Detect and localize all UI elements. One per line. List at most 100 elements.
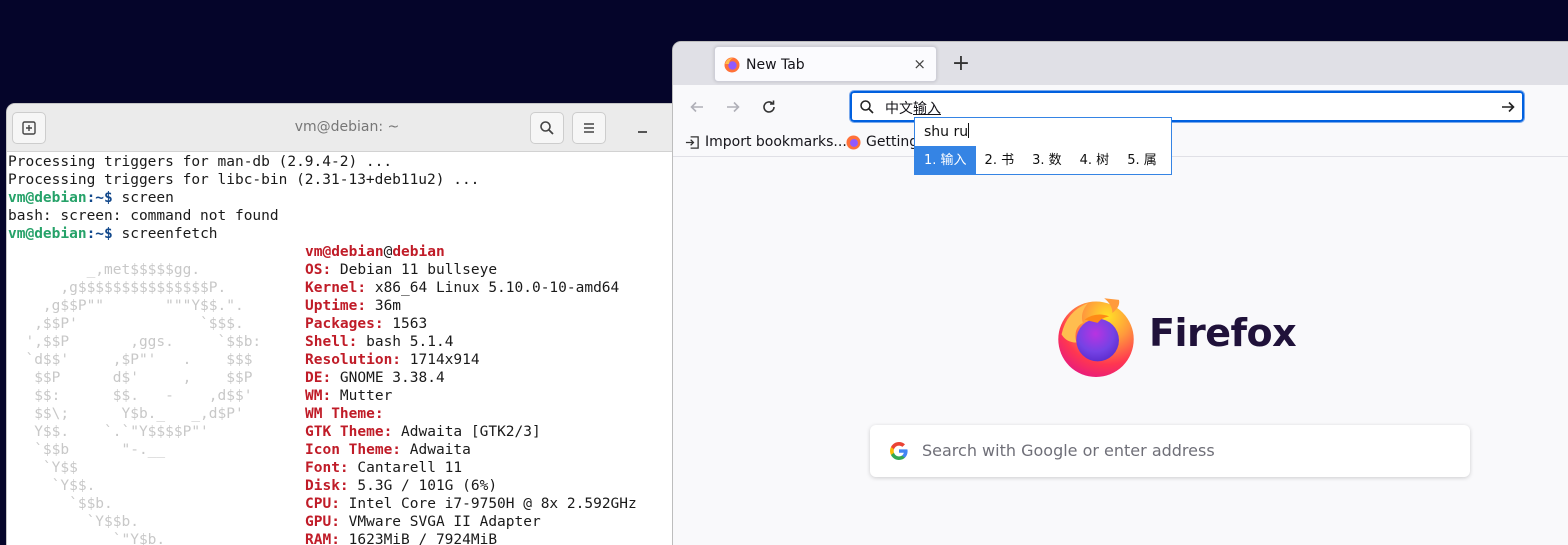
back-arrow-icon xyxy=(690,101,703,113)
info-line: Icon Theme: Adwaita xyxy=(305,441,471,459)
search-icon xyxy=(860,100,874,114)
info-value: GNOME 3.38.4 xyxy=(331,370,445,386)
info-line: GTK Theme: Adwaita [GTK2/3] xyxy=(305,423,541,441)
go-arrow-icon[interactable] xyxy=(1500,99,1516,115)
firefox-tab-icon xyxy=(724,57,740,73)
info-line: WM: Mutter xyxy=(305,387,392,405)
info-line: Kernel: x86_64 Linux 5.10.0-10-amd64 xyxy=(305,279,619,297)
bookmark-label: Getting xyxy=(866,134,919,150)
minimize-button[interactable] xyxy=(630,115,654,139)
firefox-bookmark-icon xyxy=(846,134,861,150)
info-key: WM: xyxy=(305,388,332,404)
new-tab-search-box[interactable]: Search with Google or enter address xyxy=(870,425,1470,477)
new-tab-page: Firefox Search with Google or enter addr… xyxy=(673,158,1568,545)
close-tab-icon[interactable]: × xyxy=(913,55,926,73)
tab-new-tab[interactable]: New Tab × xyxy=(714,46,937,82)
back-button[interactable] xyxy=(685,95,709,119)
info-value: bash 5.1.4 xyxy=(357,334,454,350)
forward-arrow-icon xyxy=(727,101,740,113)
info-key: DE: xyxy=(305,370,332,386)
search-icon xyxy=(540,121,554,135)
info-key: Disk: xyxy=(305,478,349,494)
info-value: 1563 xyxy=(383,316,428,332)
text-caret xyxy=(968,123,970,138)
info-value: 1623MiB / 7924MiB xyxy=(339,532,498,545)
hamburger-icon xyxy=(584,123,594,133)
ascii-art-line: `$$b "-.__ xyxy=(8,442,166,458)
search-placeholder: Search with Google or enter address xyxy=(922,441,1215,460)
ime-candidate[interactable]: 1. 输入 xyxy=(915,146,976,175)
info-line: GPU: VMware SVGA II Adapter xyxy=(305,513,541,531)
import-bookmarks-button[interactable]: Import bookmarks... xyxy=(685,134,847,150)
google-icon xyxy=(890,442,908,460)
info-value: Adwaita [GTK2/3] xyxy=(392,424,541,440)
info-value: Intel Core i7-9750H @ 8x 2.592GHz xyxy=(339,496,637,512)
open-new-tab-button[interactable]: + xyxy=(947,50,975,78)
info-line: Resolution: 1714x914 xyxy=(305,351,480,369)
minimize-icon xyxy=(637,131,647,133)
at-sign: @ xyxy=(383,244,393,260)
info-line: WM Theme: xyxy=(305,405,384,423)
info-key: Shell: xyxy=(305,334,358,350)
info-key: Resolution: xyxy=(305,352,402,368)
info-line: RAM: 1623MiB / 7924MiB xyxy=(305,531,497,545)
ascii-art-line: ,g$$P"" """Y$$.". xyxy=(8,298,244,314)
info-line: CPU: Intel Core i7-9750H @ 8x 2.592GHz xyxy=(305,495,637,513)
terminal-output[interactable]: Processing triggers for man-db (2.9.4-2)… xyxy=(8,152,687,545)
prompt-path: :~$ xyxy=(86,190,122,206)
ascii-art-line: `Y$$b. xyxy=(8,514,139,530)
output-line: bash: screen: command not found xyxy=(8,208,279,224)
ime-preedit: shu ru xyxy=(924,123,970,140)
prompt-line: vm@debian:~$ screenfetch xyxy=(8,225,218,243)
ascii-art-line: `Y$$ xyxy=(8,460,78,476)
ime-candidate[interactable]: 5. 属 xyxy=(1118,146,1166,175)
info-value: Adwaita xyxy=(401,442,471,458)
info-key: CPU: xyxy=(305,496,340,512)
info-value: Cantarell 11 xyxy=(348,460,463,476)
reload-button[interactable] xyxy=(757,95,781,119)
prompt-user: vm@debian xyxy=(8,190,87,206)
firefox-wordmark: Firefox xyxy=(1149,311,1297,355)
ascii-art-line: ,$$P' `$$$. xyxy=(8,316,244,332)
tab-strip: New Tab × + xyxy=(673,42,1568,85)
menu-button[interactable] xyxy=(572,112,606,144)
info-key: Icon Theme: xyxy=(305,442,402,458)
info-value: Mutter xyxy=(331,388,393,404)
info-line: Shell: bash 5.1.4 xyxy=(305,333,453,351)
ascii-art-line: $$\; Y$b._ _,d$P' xyxy=(8,406,244,422)
bookmark-label: Import bookmarks... xyxy=(705,134,847,150)
ascii-art-line: ,g$$$$$$$$$$$$$$$P. xyxy=(8,280,227,296)
info-value: x86_64 Linux 5.10.0-10-amd64 xyxy=(366,280,620,296)
info-value: 1714x914 xyxy=(401,352,480,368)
ime-candidate[interactable]: 2. 书 xyxy=(976,146,1024,175)
info-key: Uptime: xyxy=(305,298,367,314)
url-committed-text: 中文 xyxy=(885,101,913,117)
ascii-art-line: ',$$P ,ggs. `$$b: xyxy=(8,334,262,350)
info-value: 5.3G / 101G (6%) xyxy=(348,478,498,494)
ime-candidate-popup: shu ru 1. 输入 2. 书 3. 数 4. 树 5. 属 xyxy=(914,117,1172,175)
screenfetch-host: debian xyxy=(392,244,445,260)
forward-button[interactable] xyxy=(721,95,745,119)
ime-candidate[interactable]: 3. 数 xyxy=(1023,146,1071,175)
ime-preedit-text: shu ru xyxy=(924,124,969,140)
info-line: Packages: 1563 xyxy=(305,315,427,333)
info-key: Kernel: xyxy=(305,280,367,296)
search-button[interactable] xyxy=(530,112,564,144)
info-line: Disk: 5.3G / 101G (6%) xyxy=(305,477,497,495)
output-line: Processing triggers for libc-bin (2.31-1… xyxy=(8,172,480,188)
prompt-user: vm@debian xyxy=(8,226,87,242)
firefox-logo-icon xyxy=(1058,298,1134,377)
ime-candidate-list: 1. 输入 2. 书 3. 数 4. 树 5. 属 xyxy=(915,146,1171,175)
ascii-art-line: `Y$$. xyxy=(8,478,96,494)
info-line: Font: Cantarell 11 xyxy=(305,459,462,477)
address-input[interactable]: 中文输入 xyxy=(885,98,941,118)
prompt-line: vm@debian:~$ screen xyxy=(8,189,174,207)
ascii-art-line: `d$$' ,$P"' . $$$ xyxy=(8,352,253,368)
info-key: GPU: xyxy=(305,514,340,530)
info-key: RAM: xyxy=(305,532,340,545)
info-value: VMware SVGA II Adapter xyxy=(339,514,541,530)
info-line: OS: Debian 11 bullseye xyxy=(305,261,497,279)
bookmark-getting-started[interactable]: Getting xyxy=(846,134,918,150)
ime-candidate[interactable]: 4. 树 xyxy=(1071,146,1119,175)
terminal-headerbar: vm@debian: ~ xyxy=(7,104,687,152)
